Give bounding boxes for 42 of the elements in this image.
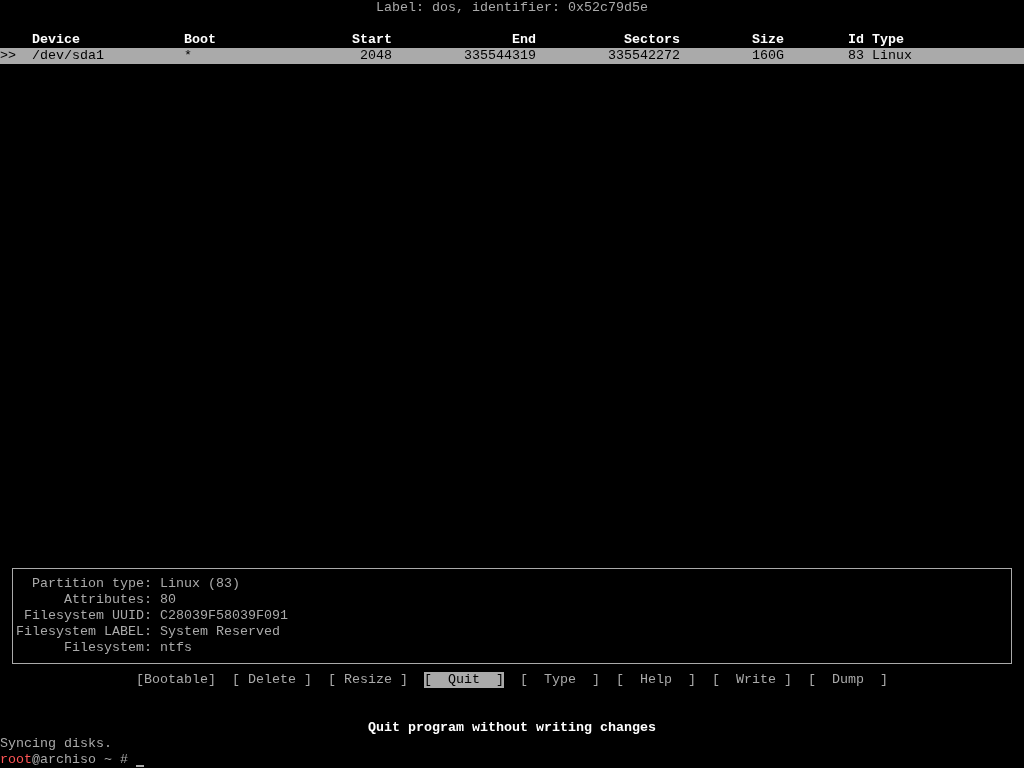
column-header: Sectors bbox=[623, 32, 680, 48]
row-pointer: >> bbox=[0, 48, 16, 64]
column-header: Id bbox=[847, 32, 864, 48]
table-cell-text: /dev/sda1 bbox=[32, 48, 105, 64]
shell-prompt: @archiso ~ # bbox=[32, 752, 128, 768]
menu-button[interactable]: [ Write ] bbox=[712, 672, 792, 688]
info-label: Filesystem LABEL: bbox=[15, 624, 152, 640]
menu-button[interactable]: [ Delete ] bbox=[232, 672, 312, 688]
info-value: ntfs bbox=[160, 640, 193, 656]
column-header: Device bbox=[32, 32, 81, 48]
disk-label: Label: dos, identifier: 0x52c79d5e bbox=[376, 0, 649, 16]
info-value: C28039F58039F091 bbox=[160, 608, 289, 624]
table-cell-text: 2048 bbox=[359, 48, 392, 64]
info-value: System Reserved bbox=[160, 624, 281, 640]
menu-button[interactable]: [Bootable] bbox=[136, 672, 216, 688]
shell-output: Syncing disks. bbox=[0, 736, 113, 752]
shell-user: root bbox=[0, 752, 32, 768]
menu-button[interactable]: [ Resize ] bbox=[328, 672, 408, 688]
menu-button[interactable]: [ Help ] bbox=[616, 672, 696, 688]
column-header: End bbox=[511, 32, 536, 48]
table-cell-text: 83 bbox=[847, 48, 864, 64]
menu-button[interactable]: [ Type ] bbox=[520, 672, 600, 688]
text-cursor bbox=[136, 765, 144, 767]
table-cell-text: * bbox=[184, 48, 193, 64]
menu-button[interactable]: [ Quit ] bbox=[424, 672, 504, 688]
table-cell-text: 160G bbox=[751, 48, 784, 64]
info-label: Filesystem: bbox=[63, 640, 152, 656]
table-cell-text: 335544319 bbox=[463, 48, 536, 64]
partition-row[interactable]: >> /dev/sda1 * 2048 335544319 335542272 160G 83 Linux bbox=[0, 48, 1024, 64]
info-value: 80 bbox=[160, 592, 177, 608]
column-header: Size bbox=[751, 32, 784, 48]
table-cell-text: 335542272 bbox=[607, 48, 680, 64]
info-value: Linux (83) bbox=[160, 576, 241, 592]
column-header: Start bbox=[351, 32, 392, 48]
column-header: Boot bbox=[184, 32, 217, 48]
info-label: Partition type: bbox=[31, 576, 152, 592]
menu-button[interactable]: [ Dump ] bbox=[808, 672, 888, 688]
column-header: Type bbox=[872, 32, 905, 48]
table-cell-text: Linux bbox=[872, 48, 913, 64]
help-text: Quit program without writing changes bbox=[368, 720, 657, 736]
info-label: Attributes: bbox=[63, 592, 152, 608]
info-label: Filesystem UUID: bbox=[23, 608, 152, 624]
